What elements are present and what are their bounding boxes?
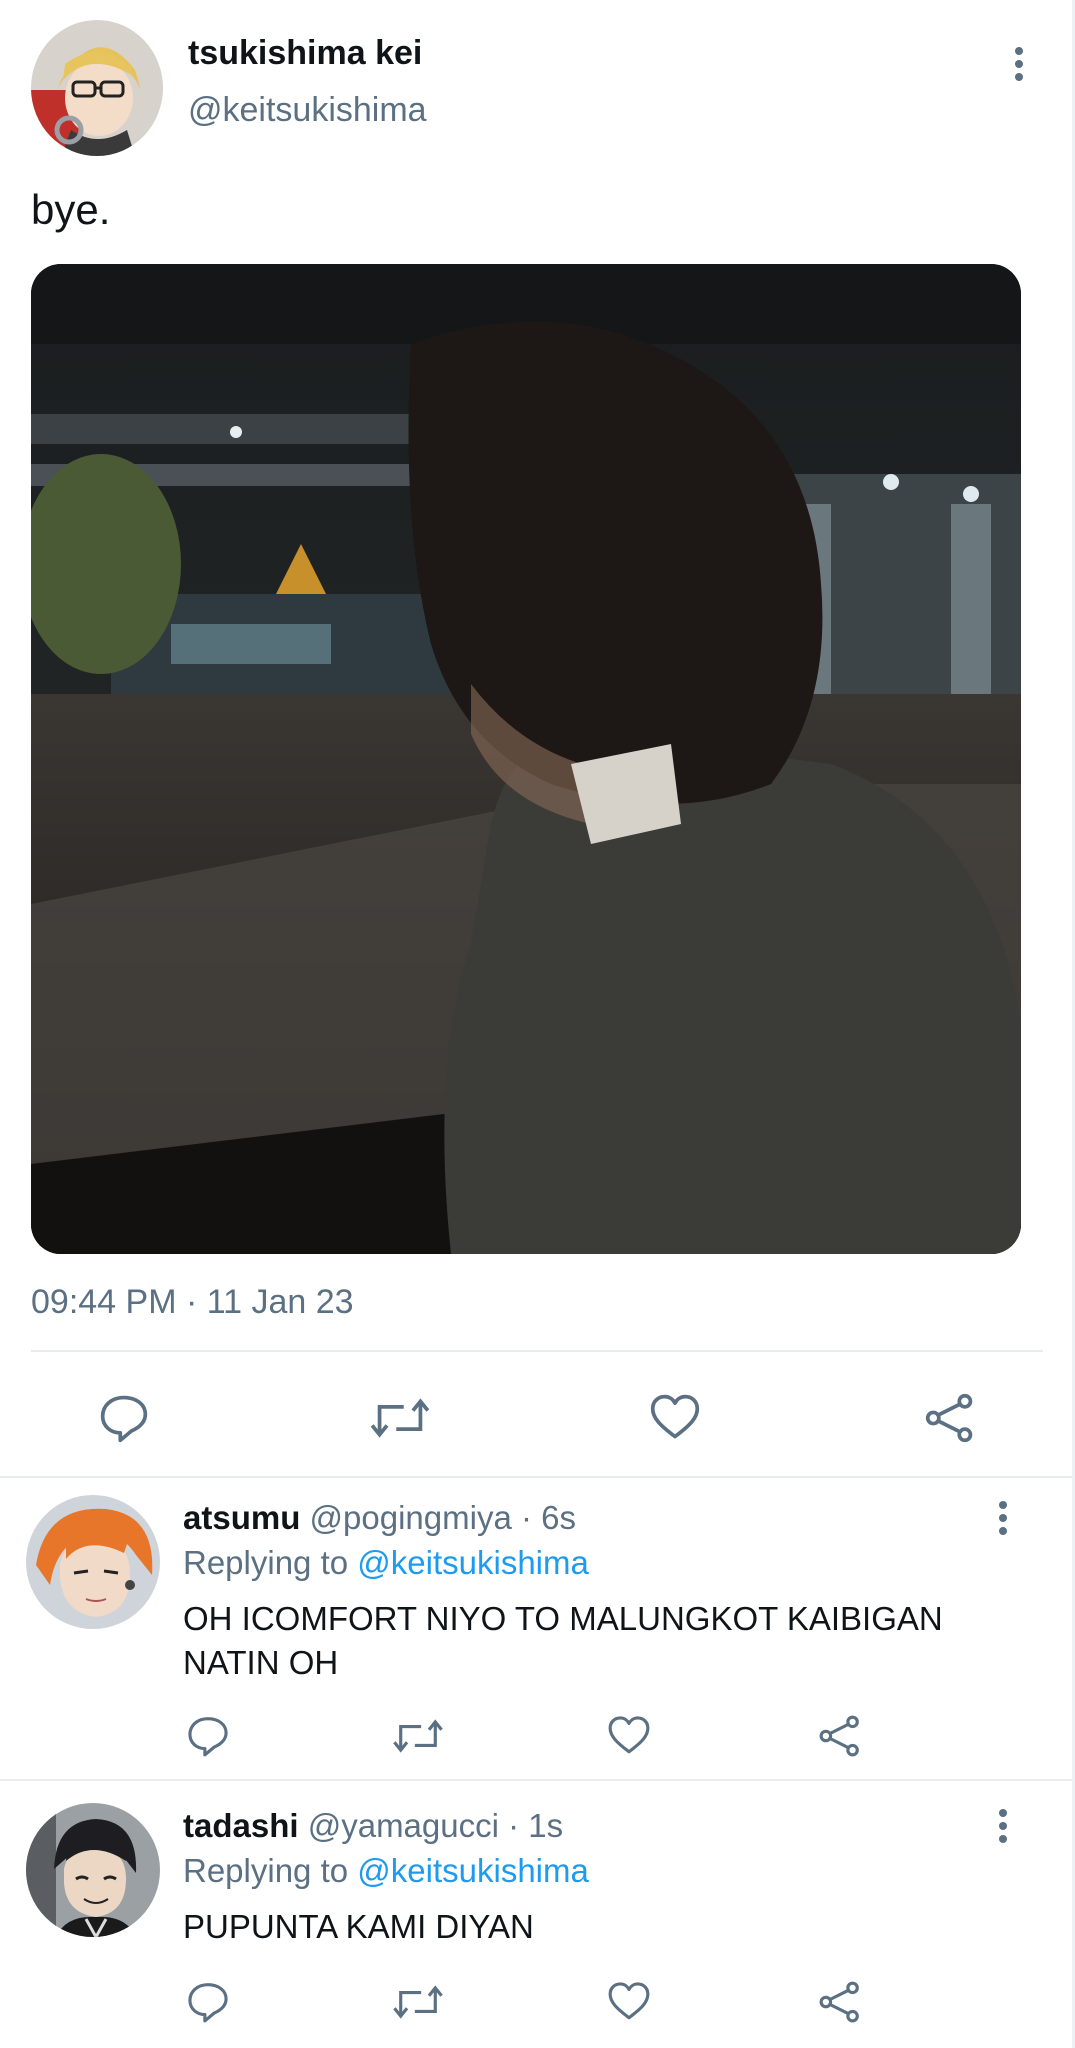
section-divider <box>0 1476 1075 1478</box>
retweet-button[interactable] <box>390 1712 446 1760</box>
reply-button[interactable] <box>184 1978 232 2026</box>
night-street-photo-icon <box>31 264 1021 1254</box>
reply-icon <box>100 1395 148 1443</box>
avatar[interactable] <box>26 1495 160 1629</box>
share-icon <box>819 1715 859 1757</box>
replying-to-label: Replying to <box>183 1852 349 1889</box>
handle[interactable]: @keitsukishima <box>188 88 427 132</box>
divider <box>31 1350 1043 1352</box>
reply-button[interactable] <box>184 1712 232 1760</box>
reply-header: atsumu @pogingmiya · 6s <box>183 1496 576 1540</box>
tweet-text: bye. <box>31 186 111 233</box>
avatar[interactable] <box>31 20 163 156</box>
tweet-photo[interactable] <box>31 264 1021 1254</box>
share-button[interactable] <box>816 1712 864 1760</box>
display-name[interactable]: tsukishima kei <box>188 31 422 75</box>
section-divider <box>0 1779 1075 1781</box>
retweet-icon <box>393 1719 443 1753</box>
replying-to: Replying to @keitsukishima <box>183 1541 589 1585</box>
reply-text: PUPUNTA KAMI DIYAN <box>183 1908 534 1945</box>
retweet-icon <box>370 1398 430 1438</box>
separator: · <box>520 1499 532 1536</box>
more-options-icon[interactable] <box>1007 42 1031 86</box>
anime-avatar-orange-hair-icon <box>26 1495 160 1629</box>
reply-text: OH ICOMFORT NIYO TO MALUNGKOT KAIBIGAN N… <box>183 1600 943 1681</box>
reply-button[interactable] <box>96 1390 152 1446</box>
share-icon <box>819 1981 859 2023</box>
like-button[interactable] <box>647 1390 703 1446</box>
retweet-button[interactable] <box>368 1390 432 1446</box>
reply-time[interactable]: 1s <box>528 1807 563 1844</box>
replying-to-handle[interactable]: @keitsukishima <box>357 1544 589 1581</box>
tweet-timestamp[interactable]: 09:44 PM · 11 Jan 23 <box>31 1280 354 1324</box>
heart-icon <box>608 1982 650 2020</box>
share-button[interactable] <box>816 1978 864 2026</box>
retweet-icon <box>393 1985 443 2019</box>
reply-icon <box>188 1717 228 1757</box>
avatar[interactable] <box>26 1803 160 1937</box>
anime-avatar-dark-hair-icon <box>26 1803 160 1937</box>
heart-icon <box>608 1716 650 1754</box>
more-options-icon[interactable] <box>991 1496 1015 1540</box>
more-options-icon[interactable] <box>991 1804 1015 1848</box>
heart-icon <box>650 1394 700 1439</box>
reply-icon <box>188 1983 228 2023</box>
reply-time[interactable]: 6s <box>541 1499 576 1536</box>
share-button[interactable] <box>924 1390 976 1446</box>
reply-header: tadashi @yamagucci · 1s <box>183 1804 563 1848</box>
like-button[interactable] <box>605 1712 653 1760</box>
handle[interactable]: @yamagucci <box>308 1807 499 1844</box>
retweet-button[interactable] <box>390 1978 446 2026</box>
replying-to-handle[interactable]: @keitsukishima <box>357 1852 589 1889</box>
display-name[interactable]: atsumu <box>183 1499 300 1536</box>
share-icon <box>925 1393 973 1443</box>
replying-to-label: Replying to <box>183 1544 349 1581</box>
anime-avatar-blond-glasses-icon <box>31 20 163 156</box>
like-button[interactable] <box>605 1978 653 2026</box>
handle[interactable]: @pogingmiya <box>310 1499 512 1536</box>
display-name[interactable]: tadashi <box>183 1807 299 1844</box>
separator: · <box>508 1807 520 1844</box>
replying-to: Replying to @keitsukishima <box>183 1849 589 1893</box>
